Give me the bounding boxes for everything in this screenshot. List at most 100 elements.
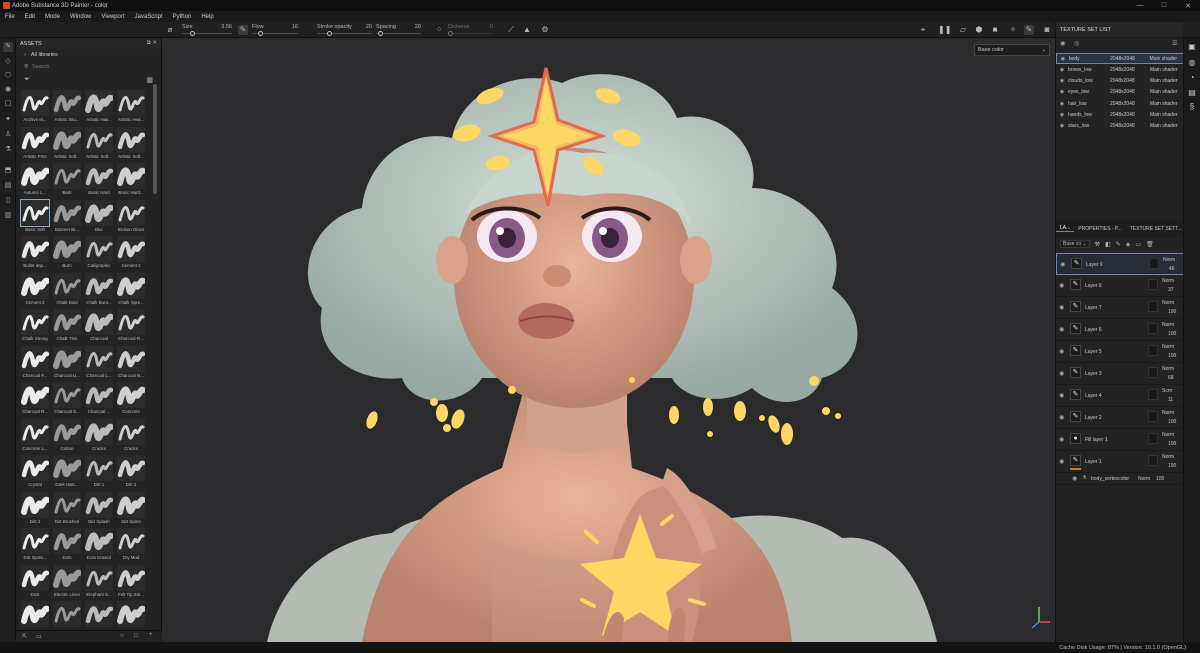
asset-tile[interactable]: Chalk Thin xyxy=(51,309,83,345)
camera-mode-icon[interactable]: ⌖ xyxy=(918,25,928,35)
maximize-button[interactable]: □ xyxy=(1152,2,1176,9)
asset-tile[interactable]: Cracks xyxy=(83,418,115,455)
asset-tile[interactable]: Charcoal N... xyxy=(115,345,147,382)
eye-icon[interactable]: ◉ xyxy=(1059,370,1064,377)
library-selector[interactable]: › All libraries xyxy=(16,49,161,61)
tab-texture-set-settings[interactable]: TEXTURE SET SETT... xyxy=(1126,226,1186,232)
layer-opacity[interactable]: 100 xyxy=(1168,441,1176,447)
asset-tile[interactable]: Crystal xyxy=(19,455,51,491)
asset-tile[interactable]: Dots Erased xyxy=(83,528,115,564)
asset-tile[interactable] xyxy=(51,601,83,630)
visibility-icon[interactable]: ◉ xyxy=(1060,40,1065,47)
layer-opacity[interactable]: 100 xyxy=(1168,353,1176,359)
filter-icon[interactable]: ⏷ xyxy=(24,76,30,84)
eye-icon[interactable]: ◉ xyxy=(1056,112,1068,118)
new-folder-icon[interactable]: ▭ xyxy=(36,633,42,640)
asset-tile[interactable]: Concrete L... xyxy=(19,418,51,455)
eye-icon[interactable]: ◉ xyxy=(1059,392,1064,399)
sublayer-row[interactable]: ◉ ⚗ body_vertexcolor Norm 100 xyxy=(1056,473,1184,485)
texture-set-row[interactable]: ◉ clouds_low 2048x2048 Main shader xyxy=(1056,76,1184,87)
layer-row[interactable]: ◉ ✎ Layer 4 Scrn 11 xyxy=(1056,385,1184,407)
spacing-slider[interactable]: Spacing 20 xyxy=(376,24,421,36)
asset-tile[interactable]: Artistic Hair... xyxy=(83,90,115,126)
mirror-icon[interactable]: ▲ xyxy=(522,25,532,35)
add-mask-icon[interactable]: ◧ xyxy=(1105,241,1111,248)
layer-row[interactable]: ◉ ✎ Layer 8 Norm 37 xyxy=(1056,275,1184,297)
asset-tile[interactable]: Archive In... xyxy=(19,90,51,126)
eraser-icon[interactable]: ◇ xyxy=(3,57,13,67)
asset-tile[interactable]: Dots xyxy=(51,528,83,564)
sublayer-blend[interactable]: Norm xyxy=(1138,476,1150,482)
menu-mode[interactable]: Mode xyxy=(40,14,65,20)
asset-tile[interactable]: Dirt Splash xyxy=(83,491,115,528)
viewport-channel-select[interactable]: Base color ⌄ xyxy=(974,44,1050,56)
asset-tile[interactable]: Basic Hard... xyxy=(115,163,147,199)
menu-python[interactable]: Python xyxy=(168,14,197,20)
projection-icon[interactable]: ⬡ xyxy=(3,71,13,81)
menu-viewport[interactable]: Viewport xyxy=(96,14,129,20)
texture-set-row[interactable]: ◉ eyes_low 2048x2048 Main shader xyxy=(1056,87,1184,98)
asset-tile[interactable] xyxy=(115,601,147,630)
asset-tile[interactable]: Dirt Spots xyxy=(115,491,147,528)
panel-menu-icon[interactable]: ⧉ ✕ xyxy=(147,40,157,47)
record-icon[interactable]: ■ xyxy=(990,25,1000,35)
eye-icon[interactable]: ◉ xyxy=(1056,67,1068,73)
flow-slider[interactable]: Flow 16 xyxy=(252,24,298,36)
circle-icon[interactable]: ○ xyxy=(120,633,124,639)
asset-tile[interactable]: Basmet Br... xyxy=(51,199,83,236)
layer-row[interactable]: ◉ ✎ Layer 3 Norm 68 xyxy=(1056,363,1184,385)
render-icon[interactable]: ✧ xyxy=(1008,25,1018,35)
asset-tile[interactable]: Chalk Spre... xyxy=(115,272,147,309)
asset-tile[interactable]: Artistic Hea... xyxy=(115,90,147,126)
asset-tile[interactable]: Bullet Imp... xyxy=(19,236,51,272)
eye-icon[interactable]: ◉ xyxy=(1059,326,1064,333)
layer-row[interactable]: ◉ ✎ Layer 9 Norm 46 xyxy=(1056,253,1184,275)
3d-viewport[interactable]: Base color ⌄ xyxy=(162,38,1055,642)
asset-tile[interactable]: Artistic Print xyxy=(19,126,51,163)
stamp-icon[interactable]: ♙ xyxy=(3,130,13,140)
blend-mode[interactable]: Norm xyxy=(1162,300,1174,306)
layer-opacity[interactable]: 100 xyxy=(1168,463,1176,469)
asset-tile[interactable]: Charcoal F... xyxy=(19,345,51,382)
add-effect-icon[interactable]: ⚒ xyxy=(1095,241,1100,248)
asset-tile[interactable]: Charcoal L... xyxy=(83,345,115,382)
bake-icon[interactable]: ⬒ xyxy=(3,166,13,176)
view-2d-icon[interactable]: ▱ xyxy=(958,25,968,35)
measure-icon[interactable]: ▯ xyxy=(3,196,13,206)
polygon-fill-icon[interactable]: ▤ xyxy=(3,181,13,191)
flow-knob[interactable] xyxy=(258,31,263,36)
pause-icon[interactable]: ❚❚ xyxy=(938,25,951,35)
view-3d-icon[interactable]: ⬢ xyxy=(974,25,984,35)
asset-tile[interactable]: Artistic Soft... xyxy=(51,126,83,163)
asset-tile[interactable]: Charcoal Fi... xyxy=(115,309,147,345)
distance-knob[interactable] xyxy=(448,31,453,36)
asset-tile[interactable]: Chalk Strong xyxy=(19,309,51,345)
asset-scrollbar[interactable] xyxy=(153,84,157,194)
asset-tile[interactable] xyxy=(19,601,51,630)
geometry-fill-icon[interactable]: ◉ xyxy=(3,85,13,95)
texture-set-row[interactable]: ◉ body 2048x2048 Main shader xyxy=(1056,53,1184,64)
asset-tile[interactable]: Concrete xyxy=(115,382,147,418)
close-button[interactable]: ✕ xyxy=(1176,2,1200,10)
asset-tile[interactable]: Dust xyxy=(19,564,51,601)
asset-tile[interactable]: Dirt Spots... xyxy=(19,528,51,564)
layer-opacity[interactable]: 100 xyxy=(1168,419,1176,425)
asset-tile[interactable]: Autumn L... xyxy=(19,163,51,199)
paint-brush-icon[interactable]: ✎ xyxy=(3,42,13,52)
asset-tile[interactable]: Chalk Bold xyxy=(51,272,83,309)
asset-tile[interactable]: Cracks xyxy=(115,418,147,455)
add-fill-layer-icon[interactable]: ◈ xyxy=(1126,241,1131,248)
eye-icon[interactable]: ◉ xyxy=(1060,261,1065,268)
menu-edit[interactable]: Edit xyxy=(20,14,40,20)
asset-tile[interactable]: Blur xyxy=(83,199,115,236)
eye-icon[interactable]: ◉ xyxy=(1072,475,1077,482)
blend-mode[interactable]: Norm xyxy=(1163,257,1175,263)
settings-icon[interactable]: ⚙ xyxy=(540,25,550,35)
layer-opacity[interactable]: 68 xyxy=(1168,375,1174,381)
layer-row[interactable]: ◉ ✎ Layer 1 Norm 100 xyxy=(1056,451,1184,473)
asset-tile[interactable]: Basic Hard xyxy=(83,163,115,199)
layer-row[interactable]: ◉ ✎ Layer 7 Norm 100 xyxy=(1056,297,1184,319)
asset-tile[interactable]: Artistic Bru... xyxy=(51,90,83,126)
asset-tile[interactable] xyxy=(83,601,115,630)
eye-icon[interactable]: ◉ xyxy=(1056,89,1068,95)
